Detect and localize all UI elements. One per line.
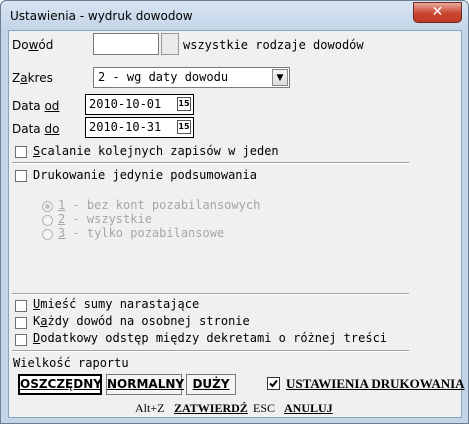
- confirm-shortcut: Alt+Z: [135, 401, 165, 415]
- radio-option-3[interactable]: [42, 229, 53, 240]
- size-button-duzy[interactable]: DUŻY: [186, 374, 236, 395]
- dowod-picker-button[interactable]: [161, 33, 179, 55]
- scalanie-label: Scalanie kolejnych zapisów w jeden: [33, 144, 279, 158]
- checkmark-icon: [269, 379, 278, 388]
- print-settings-checkbox[interactable]: [267, 377, 280, 390]
- scalanie-checkbox[interactable]: [15, 146, 27, 158]
- zakres-selected-value: 2 - wg daty dowodu: [98, 70, 229, 84]
- date-from-value: 2010-10-01: [89, 97, 162, 111]
- separator: [12, 350, 409, 352]
- radio-option-1[interactable]: [42, 201, 53, 212]
- zakres-select[interactable]: 2 - wg daty dowodu ▼: [93, 67, 290, 88]
- date-to-input[interactable]: 2010-10-31 15: [85, 117, 194, 138]
- window-title: Ustawienia - wydruk dowodow: [10, 9, 193, 23]
- radio-label-1: 1 - bez kont pozabilansowych: [58, 198, 261, 212]
- size-button-normalny[interactable]: NORMALNY: [106, 374, 184, 395]
- radio-option-2[interactable]: [42, 215, 53, 226]
- date-from-input[interactable]: 2010-10-01 15: [85, 94, 194, 115]
- dowod-label: Dowód: [12, 38, 54, 52]
- report-size-label: Wielkość raportu: [13, 356, 129, 370]
- close-button[interactable]: ✕: [413, 2, 462, 23]
- radio-label-3: 3 - tylko pozabilansowe: [58, 226, 225, 240]
- cancel-button[interactable]: ANULUJ: [284, 401, 333, 416]
- dialog-window: Ustawienia - wydruk dowodow ✕ Dowód wszy…: [0, 0, 469, 424]
- date-to-label: Data do: [12, 122, 60, 136]
- radio-label-2: 2 - wszystkie: [58, 212, 152, 226]
- calendar-icon[interactable]: 15: [177, 97, 191, 111]
- zakres-label: Zakres: [12, 71, 53, 85]
- kazdy-label: Każdy dowód na osobnej stronie: [33, 314, 250, 328]
- sumy-checkbox[interactable]: [15, 300, 27, 312]
- chevron-down-icon[interactable]: ▼: [272, 69, 288, 86]
- dialog-body: Dowód wszystkie rodzaje dowodów Zakres 2…: [8, 30, 465, 418]
- date-from-label: Data od: [12, 99, 60, 113]
- odstep-checkbox[interactable]: [15, 334, 27, 346]
- calendar-icon[interactable]: 15: [177, 120, 191, 134]
- title-bar[interactable]: Ustawienia - wydruk dowodow ✕: [1, 1, 468, 31]
- confirm-button[interactable]: ZATWIERDŹ: [174, 401, 248, 416]
- dowod-all-types-label: wszystkie rodzaje dowodów: [183, 38, 364, 52]
- cancel-shortcut: ESC: [253, 401, 276, 415]
- date-to-value: 2010-10-31: [89, 120, 162, 134]
- kazdy-checkbox[interactable]: [15, 317, 27, 329]
- separator: [12, 162, 409, 164]
- size-button-oszczedny[interactable]: OSZCZĘDNY: [18, 374, 102, 395]
- separator: [12, 293, 409, 295]
- podsumowania-label: Drukowanie jedynie podsumowania: [33, 168, 257, 182]
- dowod-input[interactable]: [93, 33, 159, 55]
- close-icon: ✕: [431, 4, 444, 20]
- podsumowania-checkbox[interactable]: [15, 170, 27, 182]
- odstep-label: Dodatkowy odstęp między dekretami o różn…: [33, 331, 388, 345]
- sumy-label: Umieść sumy narastające: [33, 297, 200, 311]
- print-settings-label[interactable]: USTAWIENIA DRUKOWANIA: [286, 376, 465, 392]
